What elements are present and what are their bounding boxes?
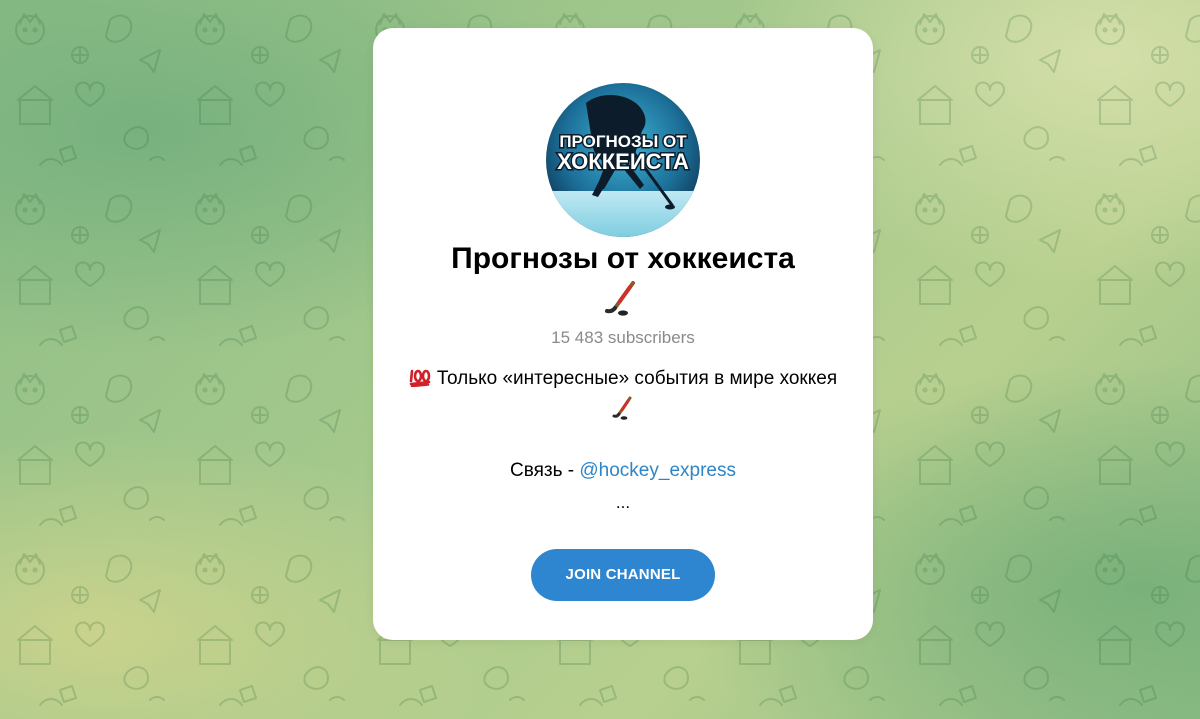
hockey-stick-icon	[605, 281, 635, 316]
channel-card: ПРОГНОЗЫ ОТ ХОККЕИСТА Прогнозы от хоккеи…	[373, 28, 873, 640]
description-line1: Только «интересные» события в мире хокке…	[436, 368, 838, 389]
hockey-stick-icon	[612, 396, 632, 420]
contact-line: Связь - @hockey_express	[373, 459, 873, 483]
contact-label: Связь -	[510, 460, 580, 481]
contact-handle-link[interactable]: @hockey_express	[579, 460, 736, 481]
join-channel-button[interactable]: JOIN CHANNEL	[531, 549, 715, 601]
subscriber-count: 15 483 subscribers	[551, 328, 695, 347]
page-background: ПРОГНОЗЫ ОТ ХОККЕИСТА Прогнозы от хоккеи…	[0, 0, 1200, 719]
hundred-points-icon	[409, 367, 431, 394]
channel-title: Прогнозы от хоккеиста	[451, 242, 795, 275]
channel-description: Только «интересные» события в мире хокке…	[373, 367, 873, 394]
channel-avatar: ПРОГНОЗЫ ОТ ХОККЕИСТА	[546, 83, 700, 237]
avatar-text-line2: ХОККЕИСТА	[557, 149, 689, 174]
description-ellipsis: ...	[615, 493, 631, 512]
